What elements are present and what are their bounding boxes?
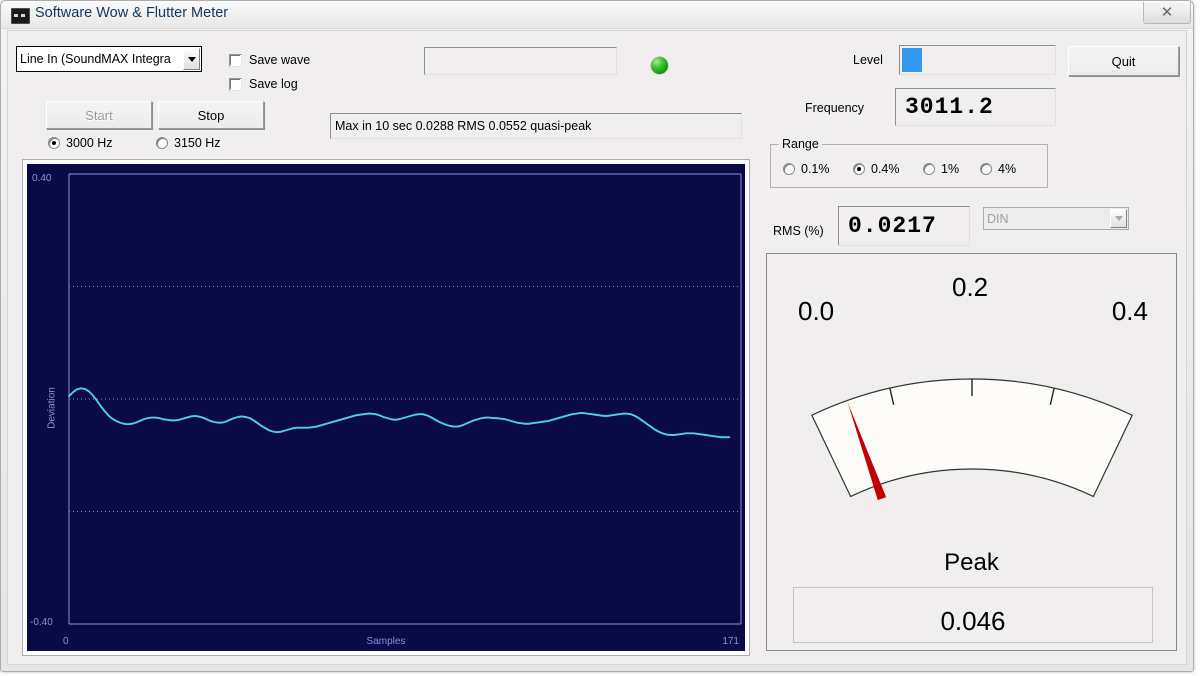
status-led-icon [651,57,668,74]
level-meter-fill [902,48,922,72]
range-option-label: 0.1% [801,162,830,176]
rms-readout: 0.0217 [838,206,970,246]
close-button[interactable]: ✕ [1143,2,1191,24]
app-icon [11,8,30,24]
radio-dot [923,163,935,175]
peak-label: Peak [944,549,999,576]
chevron-down-icon[interactable] [183,48,200,70]
save-log-checkbox[interactable]: Save log [229,77,298,91]
radio-dot [48,137,60,149]
title-bar: Software Wow & Flutter Meter ✕ [1,1,1193,29]
level-meter [899,45,1056,75]
meter-gauge [811,378,1133,501]
chart-x-min-label: 0 [63,636,69,647]
weighting-value: DIN [987,211,1009,226]
radio-dot [783,163,795,175]
freq-3150-label: 3150 Hz [174,136,221,150]
input-device-combo[interactable]: Line In (SoundMAX Integra [16,46,202,72]
frequency-label: Frequency [805,101,865,115]
app-root: Range C 0.1% 0.4% 1% 4% Software Wow & F… [0,0,1200,676]
range-option-3[interactable]: 4% [980,162,1016,176]
frequency-readout: 3011.2 [895,88,1056,126]
stop-button[interactable]: Stop [158,101,264,129]
window-title: Software Wow & Flutter Meter [35,5,229,21]
rms-label: RMS (%) [773,224,824,238]
radio-dot [980,163,992,175]
start-button-label: Start [85,107,113,123]
deviation-chart-frame: 0.40 -0.40 0 171 Samples Deviation [22,159,750,656]
range-option-2[interactable]: 1% [923,162,959,176]
main-window: Software Wow & Flutter Meter ✕ Line In (… [0,0,1194,672]
quit-button[interactable]: Quit [1068,46,1179,76]
checkbox-box [229,77,242,91]
range-option-0[interactable]: 0.1% [783,162,830,176]
stop-button-label: Stop [197,107,225,123]
range-option-label: 4% [998,162,1017,176]
chevron-down-icon[interactable] [1110,209,1127,228]
save-wave-label: Save wave [249,53,311,67]
freq-3000-radio[interactable]: 3000 Hz [48,136,113,150]
peak-meter-panel: 0.0 0.2 0.4 Peak 0.046 [766,253,1177,651]
radio-dot [853,163,865,175]
client-area: Line In (SoundMAX Integra Save wave Save… [7,30,1187,665]
range-option-label: 1% [941,162,960,176]
range-option-1[interactable]: 0.4% [853,162,900,176]
chart-y-axis-label: Deviation [46,386,58,429]
meter-scale-mid: 0.2 [952,272,989,302]
range-option-label: 0.4% [871,162,900,176]
file-name-input[interactable] [424,47,617,75]
input-device-value: Line In (SoundMAX Integra [20,52,171,66]
start-button[interactable]: Start [46,101,152,129]
save-wave-checkbox[interactable]: Save wave [229,53,310,67]
chart-x-axis-label: Samples [366,636,406,647]
save-log-label: Save log [249,77,298,91]
radio-dot [156,137,168,149]
chart-x-max-label: 171 [722,636,739,647]
deviation-chart: 0.40 -0.40 0 171 Samples Deviation [27,164,745,651]
checkbox-box [229,53,242,67]
chart-y-max-label: 0.40 [32,173,52,184]
freq-3150-radio[interactable]: 3150 Hz [156,136,221,150]
chart-y-min-label: -0.40 [30,617,53,628]
quit-button-label: Quit [1111,53,1136,69]
range-group-label: Range [779,137,822,151]
freq-3000-label: 3000 Hz [66,136,113,150]
status-text: Max in 10 sec 0.0288 RMS 0.0552 quasi-pe… [330,113,742,139]
peak-value-box: 0.046 [793,587,1153,643]
level-label: Level [853,53,883,67]
deviation-chart-svg [68,173,742,625]
close-icon: ✕ [1160,4,1174,21]
weighting-combo[interactable]: DIN [983,207,1129,230]
